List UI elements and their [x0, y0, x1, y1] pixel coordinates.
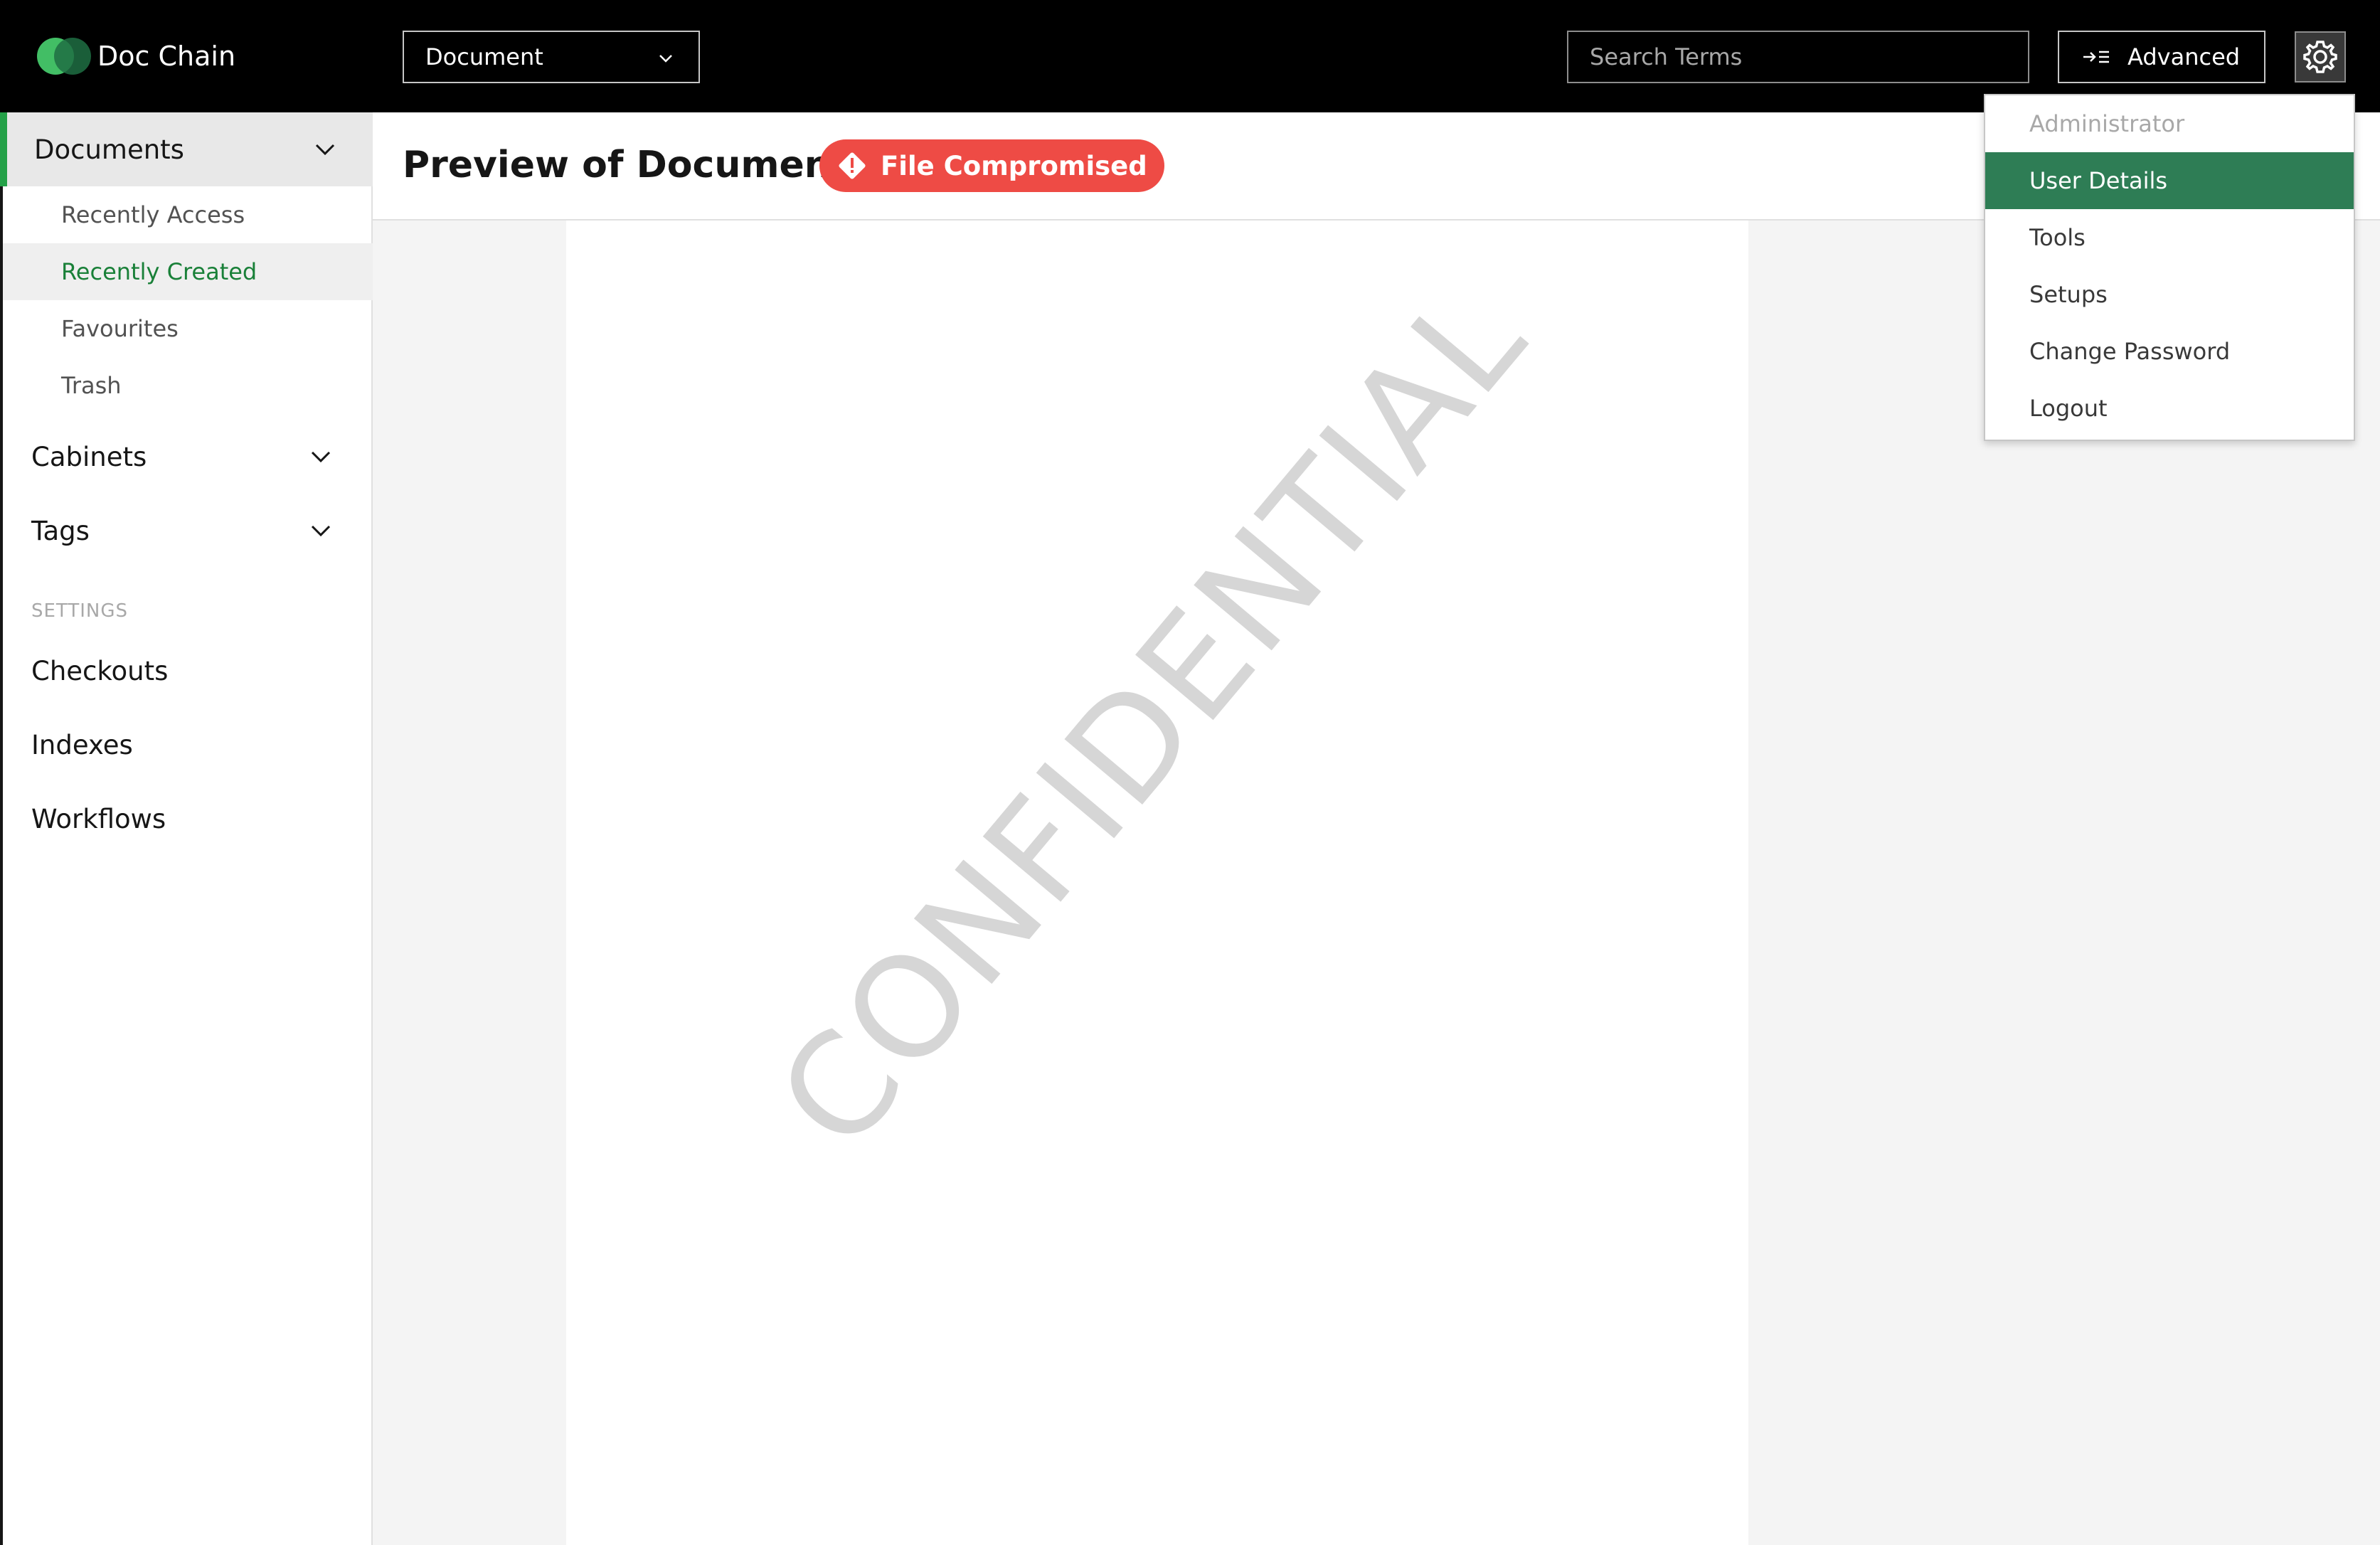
chevron-up-icon — [315, 144, 335, 156]
sidebar-item-workflows[interactable]: Workflows — [31, 802, 166, 837]
status-badge-label: File Compromised — [881, 150, 1147, 181]
sidebar-group-cabinets[interactable]: Cabinets — [3, 420, 373, 494]
sidebar-item-label: Trash — [61, 372, 122, 399]
status-badge: File Compromised — [819, 139, 1164, 192]
sidebar-item-label: Favourites — [61, 315, 179, 342]
menu-item-setups[interactable]: Setups — [1985, 266, 2354, 323]
sidebar-item-favourites[interactable]: Favourites — [3, 300, 373, 357]
menu-item-label: Tools — [2029, 224, 2086, 251]
menu-item-label: Administrator — [2029, 110, 2185, 137]
sidebar-group-documents[interactable]: Documents — [0, 112, 377, 186]
settings-menu-button[interactable] — [2295, 31, 2346, 83]
sidebar-group-label: Tags — [31, 515, 90, 546]
sidebar-group-label: Documents — [34, 134, 184, 165]
sidebar-item-indexes[interactable]: Indexes — [31, 728, 133, 763]
menu-item-logout[interactable]: Logout — [1985, 380, 2354, 437]
chevron-down-icon — [659, 55, 672, 63]
advanced-button-label: Advanced — [2127, 43, 2241, 70]
document-preview — [566, 221, 1748, 1545]
menu-item-label: Logout — [2029, 395, 2108, 422]
brand-name: Doc Chain — [97, 41, 236, 72]
sidebar-item-label: Recently Access — [61, 201, 245, 228]
search-placeholder: Search Terms — [1590, 43, 1743, 70]
menu-item-label: Setups — [2029, 281, 2108, 308]
sidebar-item-checkouts[interactable]: Checkouts — [31, 654, 168, 689]
document-type-select-value: Document — [425, 43, 543, 70]
gear-icon — [2303, 41, 2337, 73]
sidebar-item-label: Recently Created — [61, 258, 257, 285]
advanced-search-button[interactable]: Advanced — [2058, 31, 2265, 83]
sidebar-item-trash[interactable]: Trash — [3, 357, 373, 414]
menu-item-change-password[interactable]: Change Password — [1985, 323, 2354, 380]
filter-arrow-icon — [2083, 51, 2109, 63]
sidebar-group-tags[interactable]: Tags — [3, 494, 373, 568]
menu-item-tools[interactable]: Tools — [1985, 209, 2354, 266]
settings-section-title: SETTINGS — [31, 600, 129, 622]
page-title: Preview of Document — [403, 144, 849, 186]
chevron-down-icon — [311, 525, 331, 537]
sidebar-item-recently-access[interactable]: Recently Access — [3, 186, 373, 243]
menu-item-label: Change Password — [2029, 338, 2231, 365]
doc-chain-logo-icon — [37, 38, 91, 75]
sidebar: Documents Recently Access Recently Creat… — [0, 112, 377, 1545]
menu-item-user-details[interactable]: User Details — [1985, 152, 2354, 209]
user-settings-menu: Administrator User Details Tools Setups … — [1984, 94, 2355, 441]
document-type-select[interactable]: Document — [403, 31, 700, 83]
chevron-down-icon — [311, 451, 331, 463]
search-input[interactable]: Search Terms — [1567, 31, 2029, 83]
sidebar-item-recently-created[interactable]: Recently Created — [3, 243, 373, 300]
menu-item-administrator: Administrator — [1985, 95, 2354, 152]
menu-item-label: User Details — [2029, 167, 2168, 194]
sidebar-group-label: Cabinets — [31, 441, 147, 472]
warning-diamond-icon — [839, 152, 866, 179]
